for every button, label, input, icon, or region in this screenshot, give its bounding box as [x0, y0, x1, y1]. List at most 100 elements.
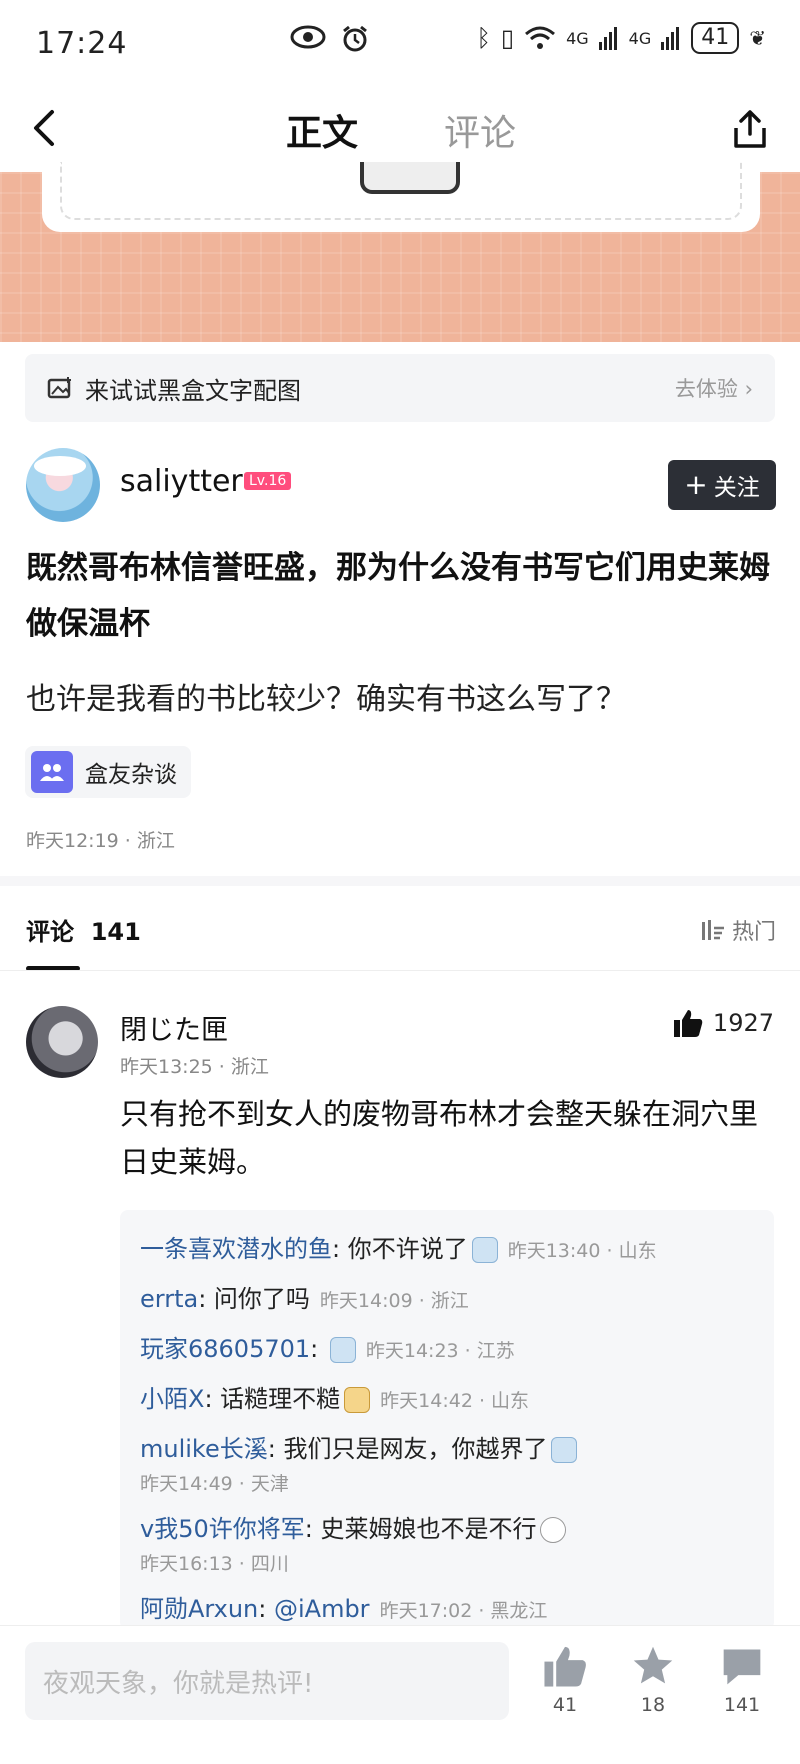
plus-icon: +	[684, 468, 708, 501]
promo-action[interactable]: 去体验 ›	[675, 373, 753, 403]
chevron-right-icon: ›	[744, 377, 753, 401]
author-name[interactable]: saliytter	[120, 464, 243, 499]
post-body: 也许是我看的书比较少？确实有书这么写了？	[26, 682, 626, 717]
thumbs-up-icon	[673, 1010, 703, 1037]
topic-tag[interactable]: 盒友杂谈	[25, 746, 191, 798]
status-icons-mid	[290, 24, 370, 54]
bluetooth-icon: ᛒ	[476, 24, 491, 52]
reply-item[interactable]: mulike长溪: 我们只是网友，你越界了 昨天14:49 · 天津	[140, 1432, 754, 1498]
network-4g-2: 4G	[628, 28, 652, 48]
reply-time: 昨天16:13 · 四川	[140, 1553, 289, 1575]
bottom-bar: 夜观天象，你就是热评! 41 18 141	[0, 1626, 800, 1764]
reply-author[interactable]: 小陌X	[140, 1385, 204, 1413]
reply-mention[interactable]: @iAmbr	[274, 1595, 370, 1623]
reply-time: 昨天13:40 · 山东	[507, 1240, 657, 1262]
comment-text: 只有抢不到女人的废物哥布林才会整天躲在洞穴里日史莱姆。	[120, 1097, 759, 1179]
comment-like-button[interactable]: 1927	[673, 1008, 774, 1038]
comment-input[interactable]: 夜观天象，你就是热评!	[25, 1642, 509, 1720]
reply-author[interactable]: 一条喜欢潜水的鱼	[140, 1235, 332, 1263]
network-4g-1: 4G	[566, 28, 589, 48]
promo-action-label: 去体验	[674, 377, 738, 401]
clock: 17:24	[36, 25, 128, 61]
sort-label: 热门	[731, 920, 776, 945]
image-card	[42, 162, 760, 232]
text-to-image-promo[interactable]: 来试试黑盒文字配图 去体验 ›	[25, 354, 775, 422]
comment-like-count: 1927	[712, 1009, 774, 1037]
cup-illustration	[360, 162, 460, 194]
crying-emoji-icon	[471, 1237, 498, 1263]
reply-author[interactable]: v我50许你将军	[140, 1515, 305, 1543]
status-bar: 17:24 ᛒ ▯ 4G 4G 41 ❦	[0, 0, 800, 86]
reply-author[interactable]: mulike长溪	[140, 1435, 268, 1463]
speech-bubble-icon	[723, 1649, 761, 1685]
reply-text: 你不许说了	[347, 1235, 468, 1263]
alarm-icon	[343, 25, 367, 52]
post-title: 既然哥布林信誉旺盛，那为什么没有书写它们用史莱姆做保温杯	[26, 550, 770, 642]
promo-text: 来试试黑盒文字配图	[85, 376, 301, 405]
eye-icon	[290, 25, 326, 49]
vibrate-icon: ▯	[500, 24, 515, 52]
smirk-emoji-icon	[540, 1517, 567, 1543]
star-icon	[633, 1646, 673, 1684]
favorite-count: 18	[640, 1694, 666, 1716]
post-meta: 昨天12:19 · 浙江	[26, 830, 175, 852]
like-button[interactable]: 41	[535, 1644, 595, 1716]
reply-text: 史莱姆娘也不是不行	[320, 1515, 537, 1543]
sweat-emoji-icon	[551, 1437, 578, 1463]
reply-item[interactable]: v我50许你将军: 史莱姆娘也不是不行 昨天16:13 · 四川	[140, 1512, 754, 1578]
signal-icon	[661, 27, 680, 50]
reply-item[interactable]: 一条喜欢潜水的鱼: 你不许说了 昨天13:40 · 山东	[140, 1232, 754, 1268]
leaf-icon: ❦	[749, 26, 766, 50]
comments-header: 评论 141 热门	[26, 912, 776, 971]
section-divider	[0, 876, 800, 886]
wifi-icon	[525, 26, 556, 49]
share-icon[interactable]	[730, 108, 770, 150]
reply-time: 昨天14:23 · 江苏	[365, 1340, 515, 1362]
reply-author[interactable]: errta	[140, 1285, 198, 1313]
post-image[interactable]	[0, 162, 800, 342]
reply-item[interactable]: 玩家68605701: 昨天14:23 · 江苏	[140, 1332, 754, 1368]
favorite-button[interactable]: 18	[623, 1644, 683, 1716]
follow-button[interactable]: + 关注	[668, 460, 776, 510]
comments-title: 评论	[26, 918, 74, 946]
reply-item[interactable]: 小陌X: 话糙理不糙 昨天14:42 · 山东	[140, 1382, 754, 1418]
author-row: saliytter Lv.16 + 关注	[26, 448, 776, 522]
like-count: 41	[552, 1694, 578, 1716]
reply-time: 昨天14:09 · 浙江	[319, 1290, 469, 1312]
comment-time: 昨天13:25 · 浙江	[120, 1056, 269, 1078]
reply-text: 话糙理不糙	[220, 1385, 341, 1413]
reply-time: 昨天14:49 · 天津	[140, 1473, 289, 1495]
reply-time: 昨天14:42 · 山东	[380, 1390, 530, 1412]
sort-button[interactable]: 热门	[700, 914, 776, 946]
reply-author[interactable]: 阿勋Arxun	[140, 1595, 258, 1623]
avatar[interactable]	[26, 448, 100, 522]
tab-main-text[interactable]: 正文	[286, 104, 358, 156]
reply-item[interactable]: 阿勋Arxun: @iAmbr 昨天17:02 · 黑龙江	[140, 1592, 754, 1628]
reply-text: 我们只是网友，你越界了	[283, 1435, 548, 1463]
comment-count: 141	[723, 1694, 761, 1716]
comment-author[interactable]: 閉じた匣	[120, 1008, 228, 1047]
status-icons-right: ᛒ ▯ 4G 4G 41 ❦	[476, 22, 766, 54]
sort-icon	[701, 920, 724, 940]
comment-button[interactable]: 141	[712, 1644, 772, 1716]
thumbs-up-icon	[544, 1646, 586, 1687]
tab-comments[interactable]: 评论	[444, 104, 516, 156]
comments-label: 评论 141	[26, 918, 141, 946]
sweat-emoji-icon	[329, 1337, 356, 1363]
reply-author[interactable]: 玩家68605701	[140, 1335, 310, 1363]
follow-label: 关注	[713, 475, 760, 501]
reply-list[interactable]: 一条喜欢潜水的鱼: 你不许说了 昨天13:40 · 山东 errta: 问你了吗昨…	[120, 1210, 774, 1630]
top-nav: 正文 评论	[0, 86, 800, 172]
comment-avatar[interactable]	[26, 1006, 98, 1078]
topic-label: 盒友杂谈	[85, 762, 177, 788]
reply-time: 昨天17:02 · 黑龙江	[379, 1600, 548, 1622]
reply-text: 问你了吗	[213, 1285, 310, 1313]
comments-count: 141	[90, 918, 141, 946]
cat-emoji-icon	[344, 1387, 371, 1413]
divider	[0, 970, 800, 971]
image-sparkle-icon	[47, 377, 71, 399]
battery-indicator: 41	[691, 22, 740, 54]
people-icon	[31, 751, 73, 793]
reply-item[interactable]: errta: 问你了吗 昨天14:09 · 浙江	[140, 1282, 754, 1318]
back-arrow-icon[interactable]	[26, 106, 66, 150]
